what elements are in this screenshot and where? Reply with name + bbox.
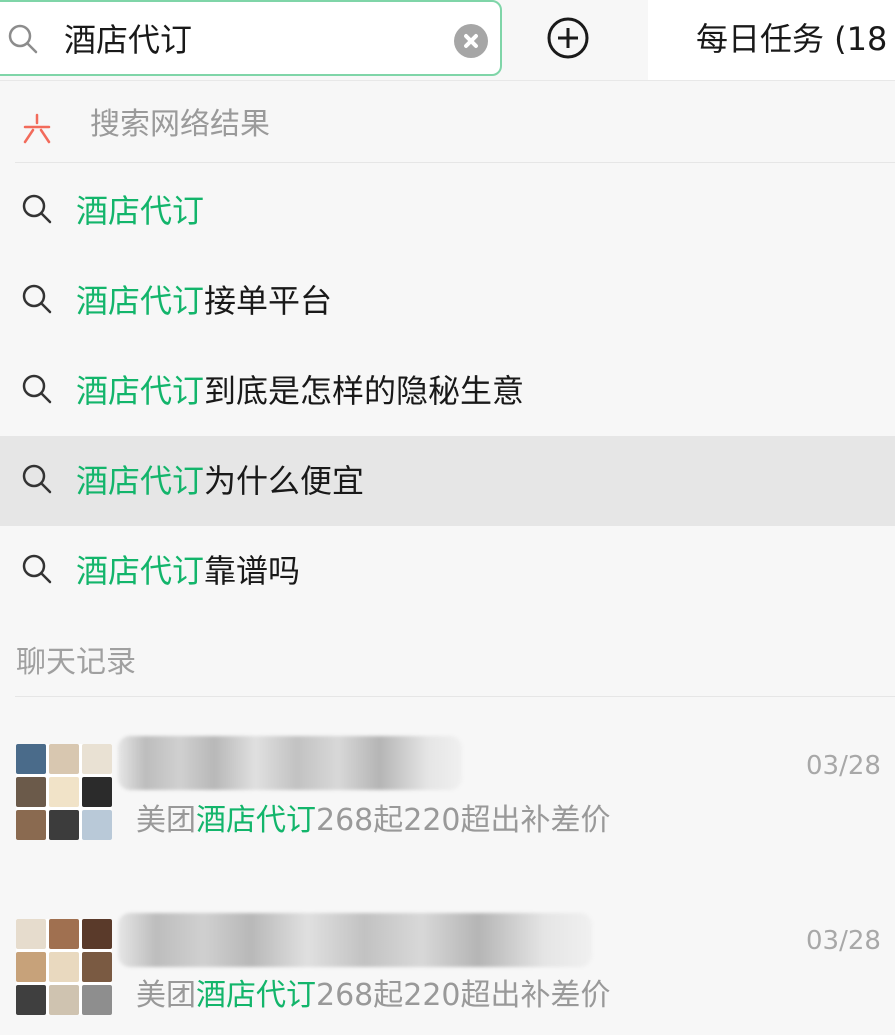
chat-date: 03/28 [806,751,881,781]
search-input[interactable]: 酒店代订 [64,16,192,64]
contact-name-blurred [118,913,592,967]
avatar [16,744,112,840]
top-divider [0,80,895,81]
search-box[interactable]: 酒店代订 [0,0,502,76]
suggestion-highlight: 酒店代订 [76,192,205,230]
search-icon [8,24,38,54]
suggestion-item[interactable]: 酒店代订到底是怎样的隐秘生意 [0,346,895,436]
avatar [16,919,112,1015]
suggestion-item-selected[interactable]: 酒店代订为什么便宜 [0,436,895,526]
suggestion-rest: 接单平台 [204,282,333,320]
search-icon [22,284,52,314]
suggestion-text: 酒店代订靠谱吗 [76,546,300,596]
preview-highlight: 酒店代订 [196,978,316,1013]
top-bar: 酒店代订 每日任务 (18 [0,0,895,80]
clear-icon[interactable] [454,24,488,58]
chat-history-heading: 聊天记录 [16,645,136,680]
divider [15,696,895,697]
tab-daily-tasks-label: 每日任务 (18 [696,20,888,58]
suggestion-highlight: 酒店代订 [76,552,205,590]
suggestion-highlight: 酒店代订 [76,462,205,500]
suggestion-rest: 到底是怎样的隐秘生意 [204,372,525,410]
chat-date: 03/28 [806,926,881,956]
contact-name-blurred [118,736,462,790]
chat-preview: 美团酒店代订268起220超出补差价 [136,798,611,844]
preview-prefix: 美团 [136,978,196,1013]
preview-highlight: 酒店代订 [196,803,316,838]
suggestion-text: 酒店代订接单平台 [76,276,332,326]
suggestion-text: 酒店代订到底是怎样的隐秘生意 [76,366,524,416]
suggestion-rest: 为什么便宜 [204,462,365,500]
suggestion-rest: 靠谱吗 [204,552,301,590]
suggestion-text: 酒店代订 [76,186,204,236]
web-search-label: 搜索网络结果 [90,107,270,142]
suggestion-item[interactable]: 酒店代订 [0,166,895,256]
preview-rest: 268起220超出补差价 [316,803,611,838]
suggestion-item[interactable]: 酒店代订接单平台 [0,256,895,346]
chat-preview: 美团酒店代订268起220超出补差价 [136,973,611,1019]
suggestion-text: 酒店代订为什么便宜 [76,456,364,506]
search-icon [22,554,52,584]
suggestion-item[interactable]: 酒店代订靠谱吗 [0,526,895,616]
divider [15,162,895,163]
tab-daily-tasks[interactable]: 每日任务 (18 [648,0,895,80]
search-icon [22,464,52,494]
chat-result-item[interactable]: 03/28 美团酒店代订268起220超出补差价 [0,895,895,1035]
preview-prefix: 美团 [136,803,196,838]
chat-result-item[interactable]: 03/28 美团酒店代订268起220超出补差价 [0,720,895,860]
web-search-icon [23,113,51,144]
search-icon [22,374,52,404]
suggestion-highlight: 酒店代订 [76,372,205,410]
add-icon[interactable] [546,16,590,60]
preview-rest: 268起220超出补差价 [316,978,611,1013]
search-icon [22,194,52,224]
suggestion-highlight: 酒店代订 [76,282,205,320]
web-search-row[interactable]: 搜索网络结果 [0,90,895,160]
